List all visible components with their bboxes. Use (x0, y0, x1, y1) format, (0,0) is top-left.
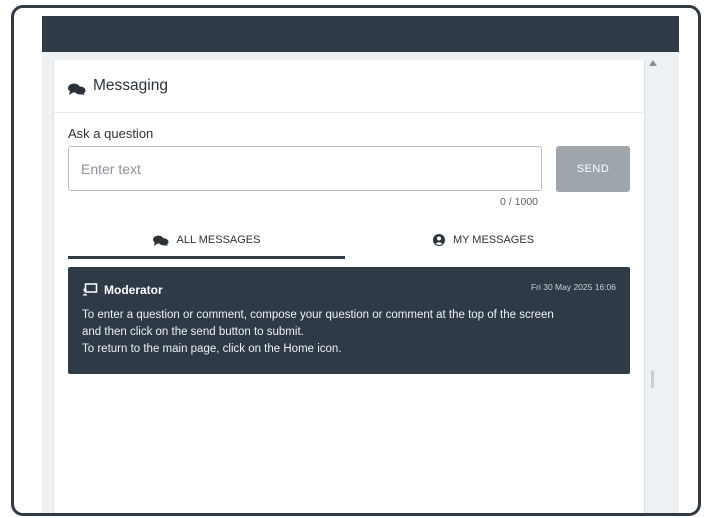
moderator-icon (82, 283, 98, 301)
tab-label: ALL MESSAGES (176, 234, 261, 246)
scroll-up-arrow-icon[interactable] (649, 60, 657, 66)
user-circle-icon (432, 234, 445, 246)
app-top-bar (42, 16, 679, 52)
message-line: and then click on the send button to sub… (82, 326, 304, 338)
character-count: 0 / 1000 (500, 196, 538, 208)
message-author: Moderator (104, 283, 163, 297)
question-label: Ask a question (68, 126, 154, 141)
panel-header: Messaging (54, 60, 644, 113)
question-input[interactable] (68, 146, 542, 191)
page-title: Messaging (93, 77, 168, 94)
app-body: Messaging Ask a question SEND 0 / 1000 A… (42, 52, 679, 513)
message-line: To return to the main page, click on the… (82, 343, 342, 355)
tab-my-messages[interactable]: MY MESSAGES (345, 224, 622, 256)
chat-bubbles-icon (68, 82, 86, 100)
messaging-panel: Messaging Ask a question SEND 0 / 1000 A… (53, 60, 645, 513)
chat-bubbles-icon (152, 235, 169, 246)
send-button[interactable]: SEND (556, 146, 630, 192)
message-line: To enter a question or comment, compose … (82, 309, 554, 321)
message-timestamp: Fri 30 May 2025 16:06 (530, 282, 616, 292)
scrollbar[interactable] (645, 52, 661, 513)
device-frame: Messaging Ask a question SEND 0 / 1000 A… (11, 5, 701, 516)
tab-all-messages[interactable]: ALL MESSAGES (68, 224, 345, 259)
tab-label: MY MESSAGES (452, 234, 535, 246)
message-card: Moderator Fri 30 May 2025 16:06 To enter… (68, 267, 630, 374)
message-body: To enter a question or comment, compose … (82, 307, 618, 358)
scroll-thumb[interactable] (651, 370, 654, 388)
